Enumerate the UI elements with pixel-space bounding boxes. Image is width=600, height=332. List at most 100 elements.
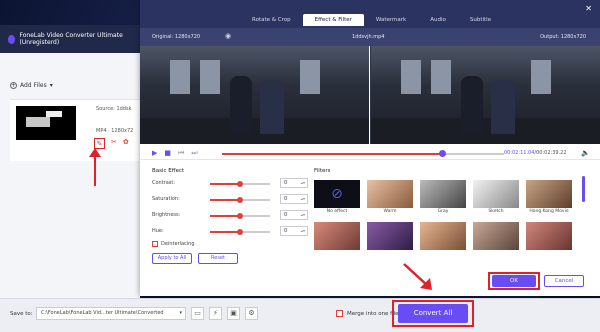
saturation-row: Saturation: 0 (152, 194, 312, 204)
speed-icon[interactable]: ⚡ (209, 307, 222, 320)
save-to-label: Save to: (10, 311, 33, 317)
filter-label: Hong Kong Movie (529, 209, 569, 214)
next-frame-icon[interactable]: ⏭ (191, 149, 197, 158)
slider-knob[interactable] (237, 180, 243, 187)
video-shape (401, 60, 421, 94)
filter-thumbnail (526, 222, 572, 250)
chevron-down-icon: ▾ (179, 310, 182, 316)
original-resolution: Original: 1280x720 (152, 34, 201, 40)
merge-option[interactable]: Merge into one file (336, 310, 399, 317)
dialog-tabs: Rotate & Crop Effect & Filter Watermark … (240, 14, 503, 26)
app-logo-icon (8, 34, 16, 44)
filter-tile[interactable] (314, 222, 360, 256)
video-thumbnail[interactable] (16, 106, 76, 140)
settings-icon[interactable]: ⚙ (245, 307, 258, 320)
video-shape (300, 60, 320, 94)
progress-knob[interactable] (438, 150, 446, 157)
filter-label: Gray (437, 209, 449, 214)
saturation-label: Saturation: (152, 196, 180, 202)
video-shape (260, 80, 284, 134)
stop-icon[interactable]: ■ (164, 149, 171, 158)
slider-knob[interactable] (237, 212, 243, 219)
brightness-stepper[interactable]: 0 (280, 210, 308, 220)
annotation-arrow (89, 148, 101, 186)
timecode: 00:02:11.04/00:02:39.22 (504, 150, 567, 156)
slider-knob[interactable] (237, 196, 243, 203)
saturation-slider[interactable] (210, 196, 270, 203)
contrast-stepper[interactable]: 0 (280, 178, 308, 188)
plus-icon: + (10, 82, 17, 89)
volume-icon[interactable]: 🔈 (581, 149, 590, 157)
brightness-slider[interactable] (210, 212, 270, 219)
cpu-icon[interactable]: ▣ (227, 307, 240, 320)
convert-all-button[interactable]: Convert All (398, 304, 468, 323)
filter-label: Warm (383, 209, 397, 214)
dialog-header: Rotate & Crop Effect & Filter Watermark … (140, 0, 600, 28)
slider-fill (210, 183, 240, 185)
progress-fill (222, 153, 442, 155)
tab-rotate-crop[interactable]: Rotate & Crop (240, 14, 303, 26)
hue-stepper[interactable]: 0 (280, 226, 308, 236)
hue-slider[interactable] (210, 228, 270, 235)
slider-fill (210, 199, 240, 201)
ok-button[interactable]: OK (492, 275, 536, 287)
tab-audio[interactable]: Audio (418, 14, 458, 26)
deinterlacing-label: Deinterlacing (161, 241, 195, 247)
palette-icon[interactable]: ✿ (123, 138, 129, 149)
tab-effect-filter[interactable]: Effect & Filter (302, 14, 364, 26)
deinterlacing-checkbox[interactable] (152, 241, 158, 247)
app-title-bar: FoneLab Video Converter Ultimate (Unregi… (0, 25, 140, 53)
add-files-button[interactable]: + Add Files ▾ (10, 82, 53, 89)
close-icon[interactable]: ✕ (585, 4, 592, 13)
merge-label: Merge into one file (347, 310, 399, 317)
video-shape (200, 60, 220, 94)
filter-tile[interactable]: Gray (420, 180, 466, 214)
slider-fill (210, 231, 240, 233)
filter-label: Sketch (488, 209, 504, 214)
filter-tile[interactable] (420, 222, 466, 256)
filter-tile[interactable] (367, 222, 413, 256)
filter-tile[interactable]: ⊘ No effect (314, 180, 360, 214)
deinterlacing-option[interactable]: Deinterlacing (152, 241, 195, 247)
cut-icon[interactable]: ✂ (111, 138, 117, 149)
brightness-row: Brightness: 0 (152, 210, 312, 220)
tab-watermark[interactable]: Watermark (364, 14, 418, 26)
original-preview (140, 46, 370, 144)
slider-knob[interactable] (237, 228, 243, 235)
progress-track[interactable] (222, 150, 504, 157)
contrast-label: Contrast: (152, 180, 176, 186)
filter-thumbnail: ⊘ (314, 180, 360, 208)
prev-frame-icon[interactable]: ⏮ (178, 149, 184, 158)
add-files-label: Add Files (20, 82, 47, 89)
preview-info-bar: Original: 1280x720 ◉ 1ddsvjh.mp4 Output:… (140, 28, 600, 46)
video-shape (461, 76, 483, 134)
filter-tile[interactable] (473, 222, 519, 256)
brightness-label: Brightness: (152, 212, 181, 218)
thumb-shape (46, 111, 62, 117)
play-icon[interactable]: ▶ (152, 149, 157, 158)
save-path-select[interactable]: C:\FoneLab\FoneLab Vid...ter Ultimate\Co… (36, 307, 186, 320)
contrast-row: Contrast: 0 (152, 178, 312, 188)
tab-subtitle[interactable]: Subtitle (458, 14, 503, 26)
filter-thumbnail (367, 222, 413, 250)
video-preview (140, 46, 600, 144)
filter-tile[interactable]: Warm (367, 180, 413, 214)
apply-to-all-button[interactable]: Apply to All (152, 253, 192, 264)
saturation-stepper[interactable]: 0 (280, 194, 308, 204)
filter-thumbnail (314, 222, 360, 250)
contrast-slider[interactable] (210, 180, 270, 187)
hue-row: Hue: 0 (152, 226, 312, 236)
filter-tile[interactable]: Sketch (473, 180, 519, 214)
time-current: 00:02:11.04 (504, 150, 535, 156)
filter-tile[interactable] (526, 222, 572, 256)
reset-button[interactable]: Reset (198, 253, 238, 264)
video-shape (431, 60, 451, 94)
merge-checkbox[interactable] (336, 310, 343, 317)
eye-icon[interactable]: ◉ (225, 32, 231, 40)
folder-icon[interactable]: ▭ (191, 307, 204, 320)
video-shape (531, 60, 551, 94)
cancel-button[interactable]: Cancel (544, 275, 584, 287)
filters-scrollbar[interactable] (582, 176, 585, 202)
filter-tile[interactable]: Hong Kong Movie (526, 180, 572, 214)
filters-title: Filters (314, 168, 331, 174)
